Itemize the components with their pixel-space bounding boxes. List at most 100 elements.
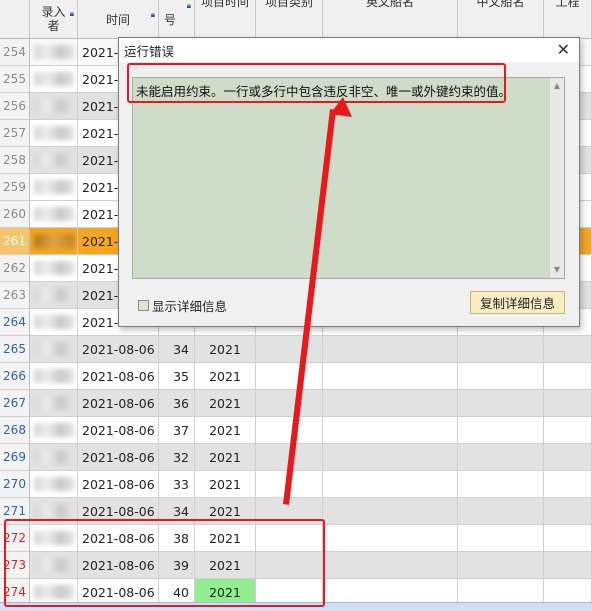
table-row[interactable]: 271 2021-08-06 34 2021 (0, 498, 592, 525)
no-cell[interactable]: 32 (159, 444, 195, 471)
table-row[interactable]: 266 2021-08-06 35 2021 (0, 363, 592, 390)
time-cell[interactable]: 2021-08-06 (78, 336, 159, 363)
time-cell[interactable]: 2021-08-06 (78, 525, 159, 552)
project-time-cell[interactable]: 2021 (195, 444, 256, 471)
project-type-cell[interactable] (256, 417, 323, 444)
row-number[interactable]: 267 (0, 390, 30, 417)
project-type-cell[interactable] (256, 444, 323, 471)
row-number[interactable]: 265 (0, 336, 30, 363)
row-number[interactable]: 254 (0, 39, 30, 66)
english-name-cell[interactable] (323, 417, 458, 444)
table-row[interactable]: 272 2021-08-06 38 2021 (0, 525, 592, 552)
row-number[interactable]: 272 (0, 525, 30, 552)
row-number[interactable]: 256 (0, 93, 30, 120)
no-cell[interactable]: 39 (159, 552, 195, 579)
table-row[interactable]: 270 2021-08-06 33 2021 (0, 471, 592, 498)
no-cell[interactable]: 38 (159, 525, 195, 552)
row-number[interactable]: 262 (0, 255, 30, 282)
column-header-english-name[interactable]: 英文船名 (323, 0, 458, 39)
english-name-cell[interactable] (323, 471, 458, 498)
column-header-project-time[interactable]: 项目时间 (195, 0, 256, 39)
project-type-cell[interactable] (256, 498, 323, 525)
chinese-name-cell[interactable] (458, 417, 544, 444)
chinese-name-cell[interactable] (458, 336, 544, 363)
project-type-cell[interactable] (256, 390, 323, 417)
time-cell[interactable]: 2021-08-06 (78, 390, 159, 417)
row-number[interactable]: 259 (0, 174, 30, 201)
scroll-down-icon[interactable]: ▼ (550, 263, 564, 277)
dialog-titlebar[interactable]: 运行错误 ✕ (119, 38, 579, 62)
table-row[interactable]: 267 2021-08-06 36 2021 (0, 390, 592, 417)
row-number[interactable]: 273 (0, 552, 30, 579)
project-time-cell[interactable]: 2021 (195, 471, 256, 498)
table-row[interactable]: 268 2021-08-06 37 2021 (0, 417, 592, 444)
project-type-cell[interactable] (256, 363, 323, 390)
no-cell[interactable]: 33 (159, 471, 195, 498)
time-cell[interactable]: 2021-08-06 (78, 444, 159, 471)
row-number[interactable]: 261 (0, 228, 30, 255)
copy-details-button[interactable]: 复制详细信息 (470, 291, 565, 314)
row-number[interactable]: 266 (0, 363, 30, 390)
table-row[interactable]: 269 2021-08-06 32 2021 (0, 444, 592, 471)
chinese-name-cell[interactable] (458, 471, 544, 498)
close-icon[interactable]: ✕ (557, 41, 570, 59)
vertical-scrollbar[interactable]: ▲ ▼ (549, 78, 564, 278)
row-number[interactable]: 264 (0, 309, 30, 336)
time-cell[interactable]: 2021-08-06 (78, 552, 159, 579)
engineering-cell[interactable] (544, 390, 592, 417)
chinese-name-cell[interactable] (458, 525, 544, 552)
row-number[interactable]: 260 (0, 201, 30, 228)
english-name-cell[interactable] (323, 390, 458, 417)
no-cell[interactable]: 34 (159, 498, 195, 525)
english-name-cell[interactable] (323, 498, 458, 525)
project-type-cell[interactable] (256, 336, 323, 363)
engineering-cell[interactable] (544, 525, 592, 552)
table-row[interactable]: 273 2021-08-06 39 2021 (0, 552, 592, 579)
project-time-cell[interactable]: 2021 (195, 336, 256, 363)
engineering-cell[interactable] (544, 417, 592, 444)
english-name-cell[interactable] (323, 363, 458, 390)
row-number[interactable]: 258 (0, 147, 30, 174)
english-name-cell[interactable] (323, 552, 458, 579)
row-number[interactable]: 263 (0, 282, 30, 309)
chinese-name-cell[interactable] (458, 363, 544, 390)
project-time-cell[interactable]: 2021 (195, 363, 256, 390)
chinese-name-cell[interactable] (458, 552, 544, 579)
project-type-cell[interactable] (256, 471, 323, 498)
column-header-engineering[interactable]: 工程 (544, 0, 592, 39)
no-cell[interactable]: 35 (159, 363, 195, 390)
checkbox-box[interactable] (138, 300, 149, 311)
row-number[interactable]: 270 (0, 471, 30, 498)
no-cell[interactable]: 36 (159, 390, 195, 417)
chinese-name-cell[interactable] (458, 390, 544, 417)
project-type-cell[interactable] (256, 552, 323, 579)
column-header-chinese-name[interactable]: 中文船名 (458, 0, 544, 39)
english-name-cell[interactable] (323, 336, 458, 363)
table-row[interactable]: 265 2021-08-06 34 2021 (0, 336, 592, 363)
chinese-name-cell[interactable] (458, 498, 544, 525)
time-cell[interactable]: 2021-08-06 (78, 417, 159, 444)
project-time-cell[interactable]: 2021 (195, 498, 256, 525)
project-time-cell[interactable]: 2021 (195, 525, 256, 552)
engineering-cell[interactable] (544, 552, 592, 579)
row-number[interactable]: 257 (0, 120, 30, 147)
engineering-cell[interactable] (544, 363, 592, 390)
time-cell[interactable]: 2021-08-06 (78, 498, 159, 525)
project-time-cell[interactable]: 2021 (195, 417, 256, 444)
engineering-cell[interactable] (544, 336, 592, 363)
column-header-entry-by[interactable]: 录入者 🔒︎ (30, 0, 78, 39)
row-number[interactable]: 268 (0, 417, 30, 444)
row-number[interactable]: 269 (0, 444, 30, 471)
no-cell[interactable]: 34 (159, 336, 195, 363)
show-details-checkbox[interactable]: 显示详细信息 (138, 296, 227, 315)
row-number[interactable]: 255 (0, 66, 30, 93)
english-name-cell[interactable] (323, 525, 458, 552)
project-time-cell[interactable]: 2021 (195, 552, 256, 579)
column-header-time[interactable]: 时间 🔒︎ (78, 0, 159, 39)
chinese-name-cell[interactable] (458, 444, 544, 471)
no-cell[interactable]: 37 (159, 417, 195, 444)
scroll-up-icon[interactable]: ▲ (550, 79, 564, 93)
column-header-no[interactable]: 号 🔒︎ (159, 0, 195, 39)
time-cell[interactable]: 2021-08-06 (78, 471, 159, 498)
row-number[interactable]: 271 (0, 498, 30, 525)
